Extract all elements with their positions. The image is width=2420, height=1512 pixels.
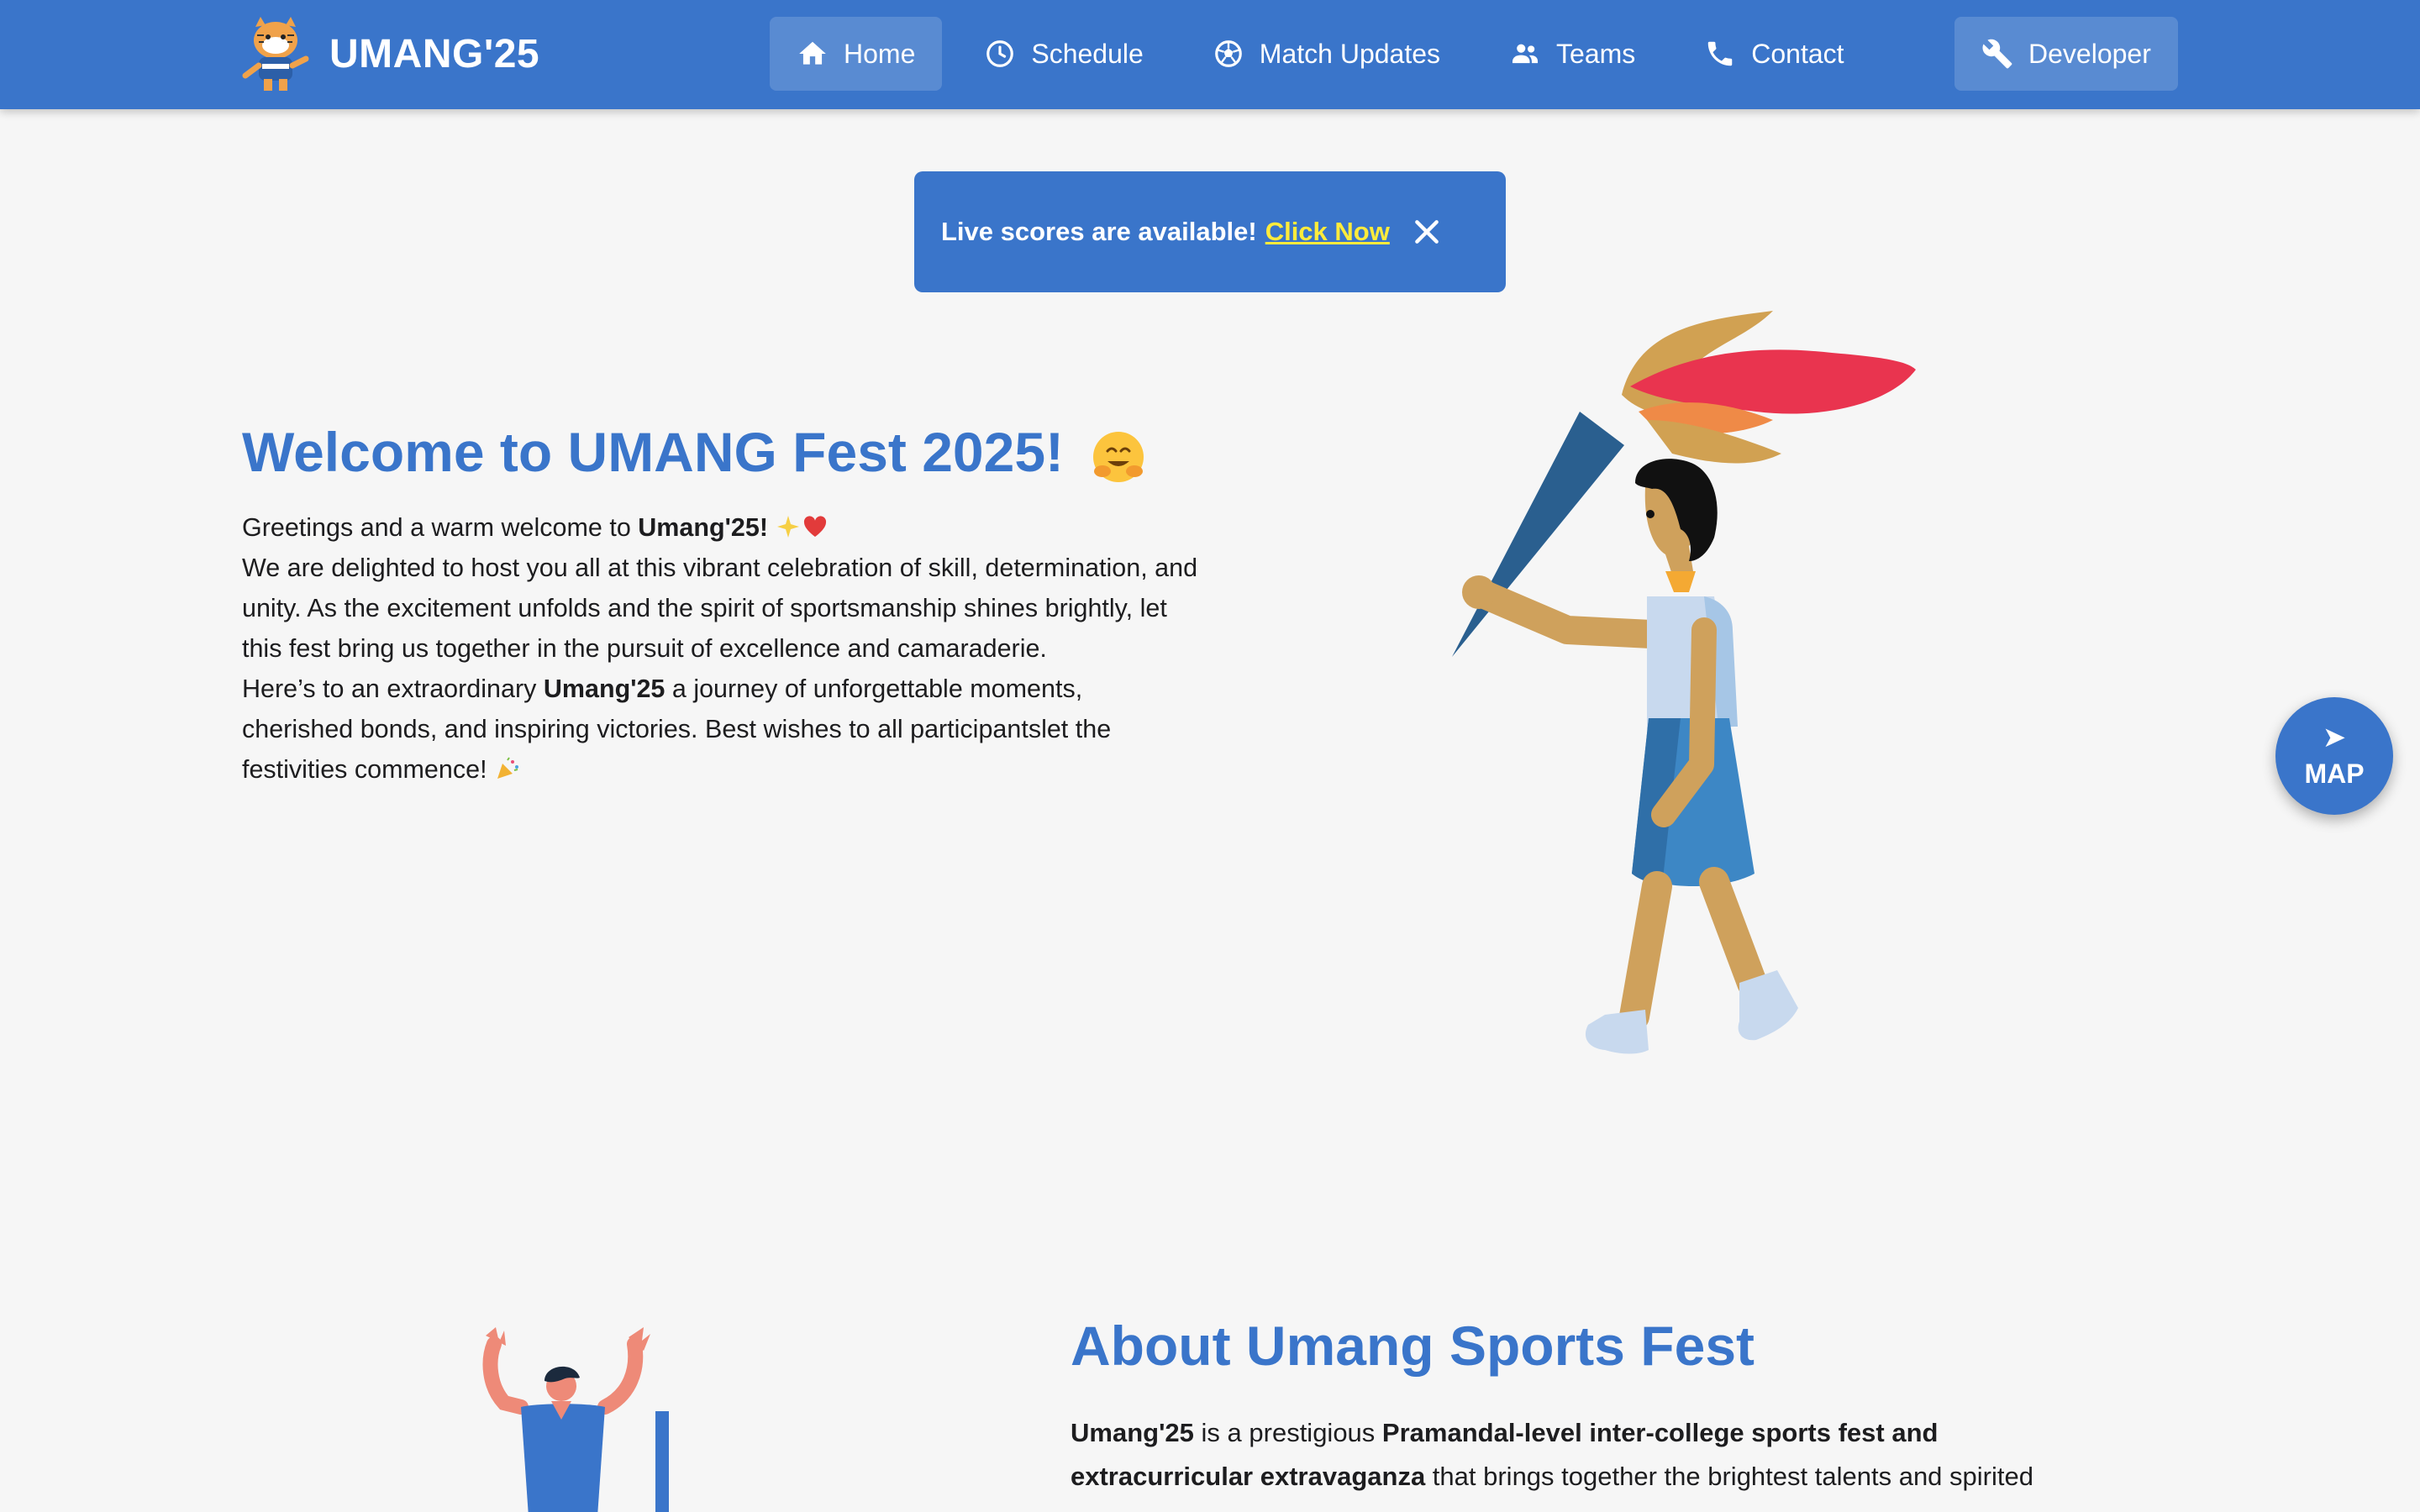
nav-match-updates[interactable]: Match Updates [1186,17,1467,91]
live-scores-toast: Live scores are available! Click Now [914,171,1506,292]
hero-title: Welcome to UMANG Fest 2025! [242,420,1146,485]
clock-icon [986,40,1014,67]
hero-para2-bold: Umang'25 [543,675,666,703]
nav-label: Schedule [1031,38,1144,69]
tiger-mascot-icon [242,17,309,91]
hugging-face-icon [1093,431,1144,482]
map-button-label: MAP [2304,758,2365,789]
top-navbar: UMANG'25 Home Schedule Match Updates Tea… [0,0,2420,109]
map-button[interactable]: ➤ MAP [2275,697,2393,815]
heart-icon [804,516,827,537]
about-body: Umang'25 is a prestigious Pramandal-leve… [1071,1411,2112,1499]
torch-bearer-illustration [1452,311,1916,1054]
hero-line1-text: Greetings and a warm welcome to [242,513,639,542]
about-text-2: that brings together the brightest talen… [1425,1462,2033,1491]
nav-teams[interactable]: Teams [1482,17,1662,91]
about-bold-name: Umang'25 [1071,1418,1194,1447]
hero-title-text: Welcome to UMANG Fest 2025! [242,421,1065,483]
nav-label: Contact [1751,38,1844,69]
wrench-icon [1982,39,2012,69]
about-title: About Umang Sports Fest [1071,1315,1755,1377]
sparkle-icon [777,516,800,538]
hero-body: Greetings and a warm welcome to Umang'25… [242,507,1200,790]
hero-para2-prefix: Here’s to an extraordinary [242,675,544,703]
nav-contact[interactable]: Contact [1677,17,1870,91]
nav-label: Teams [1556,38,1636,69]
nav-label: Match Updates [1259,38,1441,69]
close-icon[interactable] [1410,215,1444,249]
nav-label: Developer [2028,38,2151,69]
people-icon [1512,44,1539,64]
hero-paragraph-1: We are delighted to host you all at this… [242,554,1198,663]
hero-paragraph-2: Here’s to an extraordinary Umang'25 a jo… [242,669,1200,790]
nav-developer[interactable]: Developer [1954,17,2178,91]
phone-icon [1708,41,1733,66]
hero-line1: Greetings and a warm welcome to Umang'25… [242,507,1200,548]
send-arrow-icon: ➤ [2322,721,2347,753]
brand-name: UMANG'25 [329,31,540,76]
toast-message: Live scores are available! [941,217,1257,246]
party-popper-icon [497,757,519,779]
about-text-1: is a prestigious [1193,1418,1382,1447]
main-nav: Home Schedule Match Updates Teams Contac… [770,17,2178,91]
nav-label: Home [844,38,916,69]
hero-line1-bold: Umang'25! [638,513,768,542]
nav-home[interactable]: Home [770,17,943,91]
home-icon [799,41,826,65]
brand[interactable]: UMANG'25 [240,15,539,92]
nav-schedule[interactable]: Schedule [957,17,1170,91]
soccer-ball-icon [1214,40,1242,67]
cheering-person-illustration [482,1327,669,1512]
click-now-link[interactable]: Click Now [1265,217,1390,247]
